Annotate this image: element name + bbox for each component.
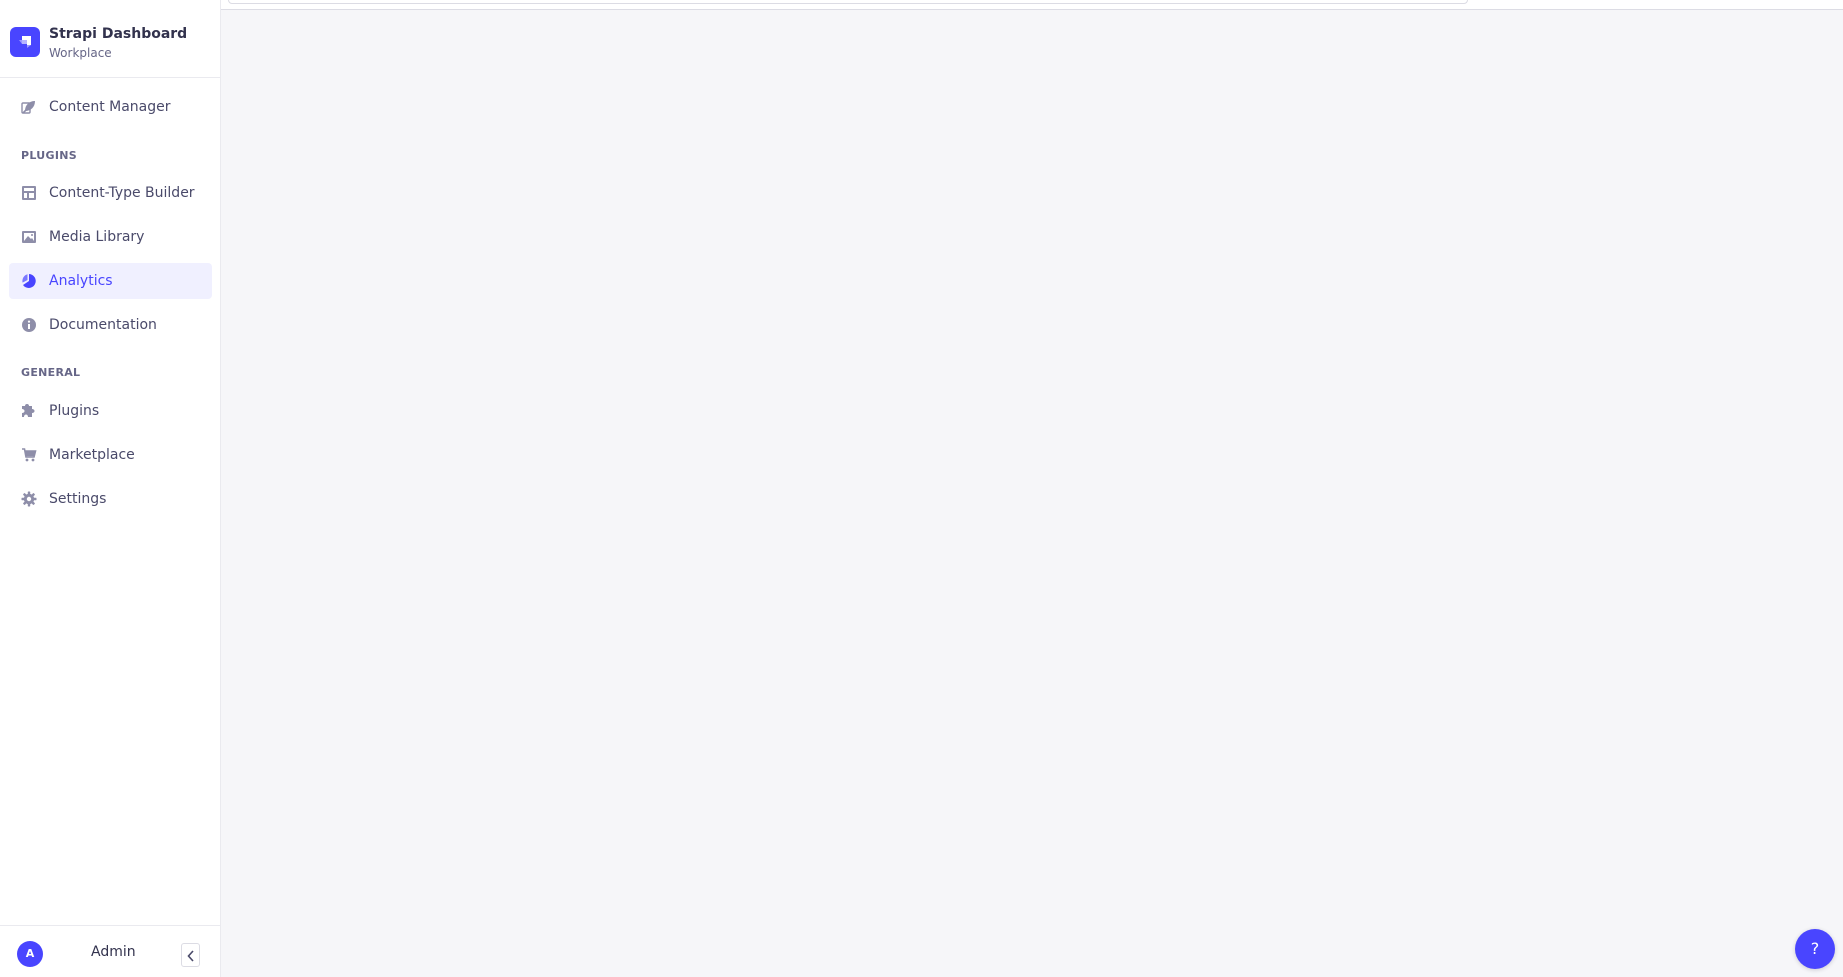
app-root: Strapi Dashboard Workplace Content Manag… bbox=[0, 0, 1843, 977]
sidebar-item-content-manager[interactable]: Content Manager bbox=[9, 89, 212, 125]
collapse-sidebar-button[interactable] bbox=[181, 943, 200, 967]
main-content bbox=[221, 0, 1843, 977]
cart-icon bbox=[21, 447, 37, 463]
sidebar-item-content-type-builder[interactable]: Content-Type Builder bbox=[9, 175, 212, 211]
sidebar-item-label: Settings bbox=[49, 491, 107, 507]
help-button[interactable]: ? bbox=[1795, 929, 1835, 969]
sidebar-item-label: Marketplace bbox=[49, 447, 135, 463]
sidebar-item-label: Documentation bbox=[49, 317, 157, 333]
gear-icon bbox=[21, 491, 37, 507]
sidebar-item-media-library[interactable]: Media Library bbox=[9, 219, 212, 255]
sidebar-item-label: Content Manager bbox=[49, 99, 171, 115]
strapi-logo-icon bbox=[10, 27, 40, 57]
sidebar-item-marketplace[interactable]: Marketplace bbox=[9, 437, 212, 473]
top-search-field[interactable] bbox=[228, 0, 1468, 4]
sidebar-item-label: Analytics bbox=[49, 273, 113, 289]
avatar[interactable]: A bbox=[17, 941, 43, 967]
brand-subtitle: Workplace bbox=[49, 46, 112, 60]
sidebar-item-settings[interactable]: Settings bbox=[9, 481, 212, 517]
feather-icon bbox=[21, 99, 37, 115]
chevron-left-icon bbox=[187, 950, 194, 962]
section-label-general: GENERAL bbox=[21, 366, 81, 379]
image-icon bbox=[21, 229, 37, 245]
sidebar: Strapi Dashboard Workplace Content Manag… bbox=[0, 0, 221, 977]
sidebar-item-plugins[interactable]: Plugins bbox=[9, 393, 212, 429]
user-name[interactable]: Admin bbox=[91, 944, 136, 960]
info-icon bbox=[21, 317, 37, 333]
layout-icon bbox=[21, 185, 37, 201]
sidebar-item-label: Plugins bbox=[49, 403, 100, 419]
sidebar-item-documentation[interactable]: Documentation bbox=[9, 307, 212, 343]
top-bar bbox=[221, 0, 1843, 10]
brand-title: Strapi Dashboard bbox=[49, 26, 188, 42]
sidebar-item-label: Media Library bbox=[49, 229, 145, 245]
sidebar-item-label: Content-Type Builder bbox=[49, 185, 195, 201]
sidebar-item-analytics[interactable]: Analytics bbox=[9, 263, 212, 299]
puzzle-icon bbox=[21, 403, 37, 419]
analytics-icon bbox=[21, 273, 37, 289]
section-label-plugins: PLUGINS bbox=[21, 149, 77, 162]
sidebar-footer: A Admin bbox=[0, 925, 220, 977]
brand-header: Strapi Dashboard Workplace bbox=[0, 0, 220, 78]
